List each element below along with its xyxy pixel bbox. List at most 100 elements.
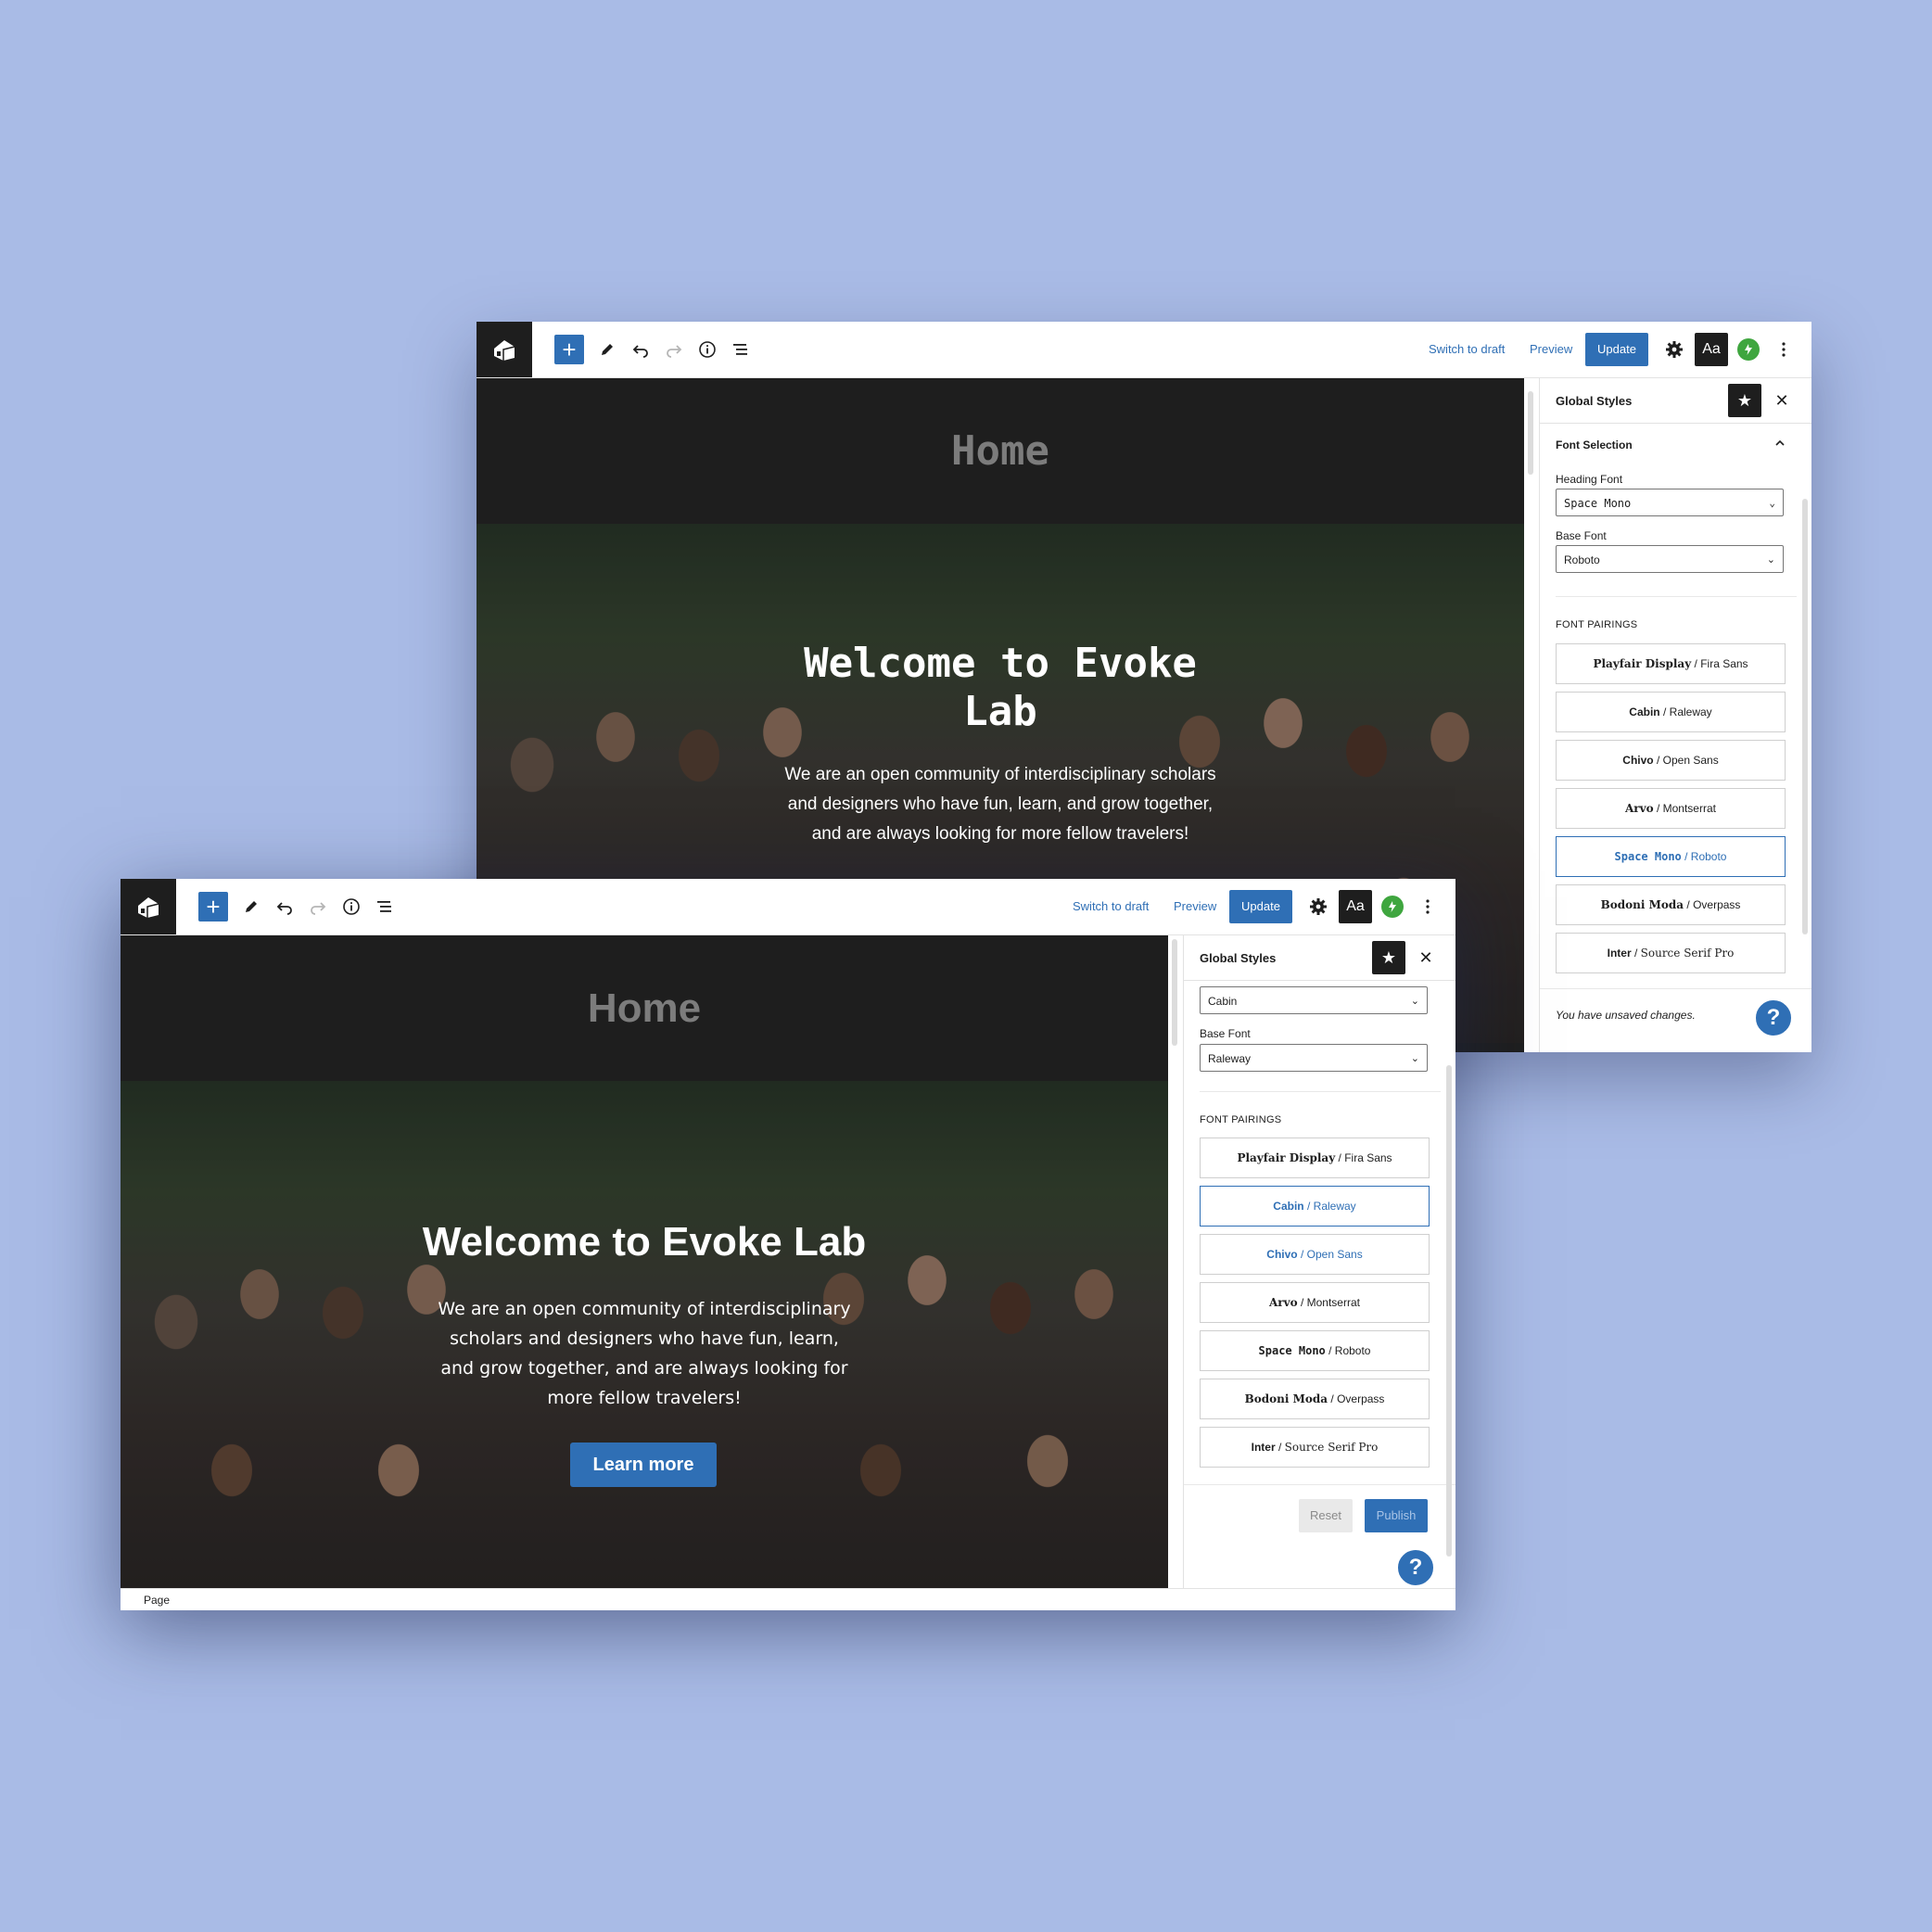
global-styles-panel: Global Styles ★ ✕ Font Selection Heading…	[1539, 378, 1811, 1052]
breadcrumb[interactable]: Page	[144, 1594, 170, 1607]
base-font-select[interactable]: Roboto ⌄	[1556, 545, 1784, 573]
pairing-chivo-opensans[interactable]: Chivo / Open Sans	[1556, 740, 1786, 781]
base-font-label: Base Font	[1200, 1027, 1251, 1040]
list-view-icon[interactable]	[728, 337, 754, 362]
pairing-playfair-fira[interactable]: Playfair Display / Fira Sans	[1200, 1138, 1430, 1178]
undo-icon[interactable]	[272, 894, 298, 920]
global-styles-aa-button[interactable]: Aa	[1695, 333, 1728, 366]
pairing-bodoni-overpass[interactable]: Bodoni Moda / Overpass	[1556, 884, 1786, 925]
help-icon[interactable]: ?	[1754, 998, 1793, 1037]
status-bar: Page	[121, 1588, 1455, 1610]
hero-paragraph[interactable]: We are an open community of interdiscipl…	[431, 1294, 858, 1413]
base-font-value: Raleway	[1208, 1052, 1252, 1065]
update-button[interactable]: Update	[1229, 890, 1292, 923]
pairing-bodoni-overpass[interactable]: Bodoni Moda / Overpass	[1200, 1379, 1430, 1419]
pairing-base: Raleway	[1313, 1200, 1356, 1213]
details-info-icon[interactable]	[694, 337, 720, 362]
chevron-up-icon[interactable]	[1773, 437, 1786, 454]
pairing-heading: Inter	[1251, 1441, 1276, 1454]
more-options-icon[interactable]	[1771, 337, 1797, 362]
global-styles-panel: Global Styles ★ ✕ Cabin ⌄ Base Font Rale…	[1183, 935, 1455, 1588]
pairing-inter-sourceserif[interactable]: Inter / Source Serif Pro	[1556, 933, 1786, 973]
pairing-cabin-raleway[interactable]: Cabin / Raleway	[1556, 692, 1786, 732]
preview-button[interactable]: Preview	[1174, 899, 1216, 913]
pairing-cabin-raleway[interactable]: Cabin / Raleway	[1200, 1186, 1430, 1227]
page-title[interactable]: Home	[477, 378, 1524, 524]
site-logo-icon[interactable]	[121, 879, 176, 934]
hero-heading[interactable]: Welcome to Evoke Lab	[477, 640, 1524, 736]
panel-title: Global Styles	[1556, 394, 1633, 408]
preview-button[interactable]: Preview	[1530, 342, 1572, 356]
heading-font-select[interactable]: Cabin ⌄	[1200, 986, 1428, 1014]
add-block-button[interactable]: +	[554, 335, 584, 364]
pairing-base: Roboto	[1690, 850, 1727, 863]
base-font-select[interactable]: Raleway ⌄	[1200, 1044, 1428, 1072]
settings-gear-icon[interactable]	[1661, 337, 1687, 362]
close-icon[interactable]: ✕	[1415, 947, 1437, 969]
pairing-spacemono-roboto[interactable]: Space Mono / Roboto	[1556, 836, 1786, 877]
divider	[1540, 988, 1811, 989]
pairing-arvo-montserrat[interactable]: Arvo / Montserrat	[1556, 788, 1786, 829]
hero-cover-image[interactable]: Welcome to Evoke Lab We are an open comm…	[121, 1081, 1168, 1588]
list-view-icon[interactable]	[372, 894, 398, 920]
close-icon[interactable]: ✕	[1771, 389, 1793, 412]
panel-scrollbar[interactable]	[1802, 499, 1808, 934]
editor-canvas: Home Welcome to Evoke Lab We are an open…	[121, 935, 1168, 1588]
update-button[interactable]: Update	[1585, 333, 1648, 366]
chevron-down-icon: ⌄	[1410, 996, 1419, 1007]
canvas-scrollbar[interactable]	[1528, 391, 1533, 475]
switch-to-draft-button[interactable]: Switch to draft	[1429, 342, 1505, 356]
learn-more-button[interactable]: Learn more	[570, 1443, 717, 1487]
pairing-heading: Inter	[1607, 947, 1632, 960]
publish-button[interactable]: Publish	[1365, 1499, 1428, 1532]
panel-scrollbar[interactable]	[1446, 1065, 1452, 1557]
heading-font-select[interactable]: Space Mono ⌄	[1556, 489, 1784, 516]
pairing-arvo-montserrat[interactable]: Arvo / Montserrat	[1200, 1282, 1430, 1323]
switch-to-draft-button[interactable]: Switch to draft	[1073, 899, 1149, 913]
pairing-heading: Bodoni Moda	[1600, 898, 1684, 911]
site-logo-icon[interactable]	[477, 322, 532, 377]
more-options-icon[interactable]	[1415, 894, 1441, 920]
pairing-base: Raleway	[1669, 705, 1712, 718]
redo-icon[interactable]	[305, 894, 331, 920]
base-font-value: Roboto	[1564, 553, 1600, 566]
chevron-down-icon: ⌄	[1766, 554, 1775, 566]
pairing-heading: Chivo	[1266, 1248, 1298, 1261]
pairing-heading: Arvo	[1625, 802, 1654, 815]
divider	[1556, 596, 1797, 597]
settings-gear-icon[interactable]	[1305, 894, 1331, 920]
redo-icon[interactable]	[661, 337, 687, 362]
pairing-inter-sourceserif[interactable]: Inter / Source Serif Pro	[1200, 1427, 1430, 1468]
font-pairings-title: FONT PAIRINGS	[1556, 619, 1638, 630]
panel-title: Global Styles	[1200, 951, 1277, 965]
pairing-heading: Chivo	[1622, 754, 1654, 767]
undo-icon[interactable]	[628, 337, 654, 362]
hero-paragraph[interactable]: We are an open community of interdiscipl…	[773, 760, 1227, 849]
pairing-playfair-fira[interactable]: Playfair Display / Fira Sans	[1556, 643, 1786, 684]
pairing-base: Source Serif Pro	[1284, 1441, 1379, 1454]
edit-pencil-icon[interactable]	[238, 894, 264, 920]
pairing-spacemono-roboto[interactable]: Space Mono / Roboto	[1200, 1330, 1430, 1371]
add-block-button[interactable]: +	[198, 892, 228, 922]
font-selection-title[interactable]: Font Selection	[1556, 439, 1633, 451]
star-icon[interactable]: ★	[1728, 384, 1761, 417]
pairing-base: Overpass	[1693, 898, 1741, 911]
panel-header: Global Styles ★ ✕	[1184, 935, 1455, 981]
pairing-heading: Cabin	[1273, 1200, 1304, 1213]
canvas-scrollbar[interactable]	[1172, 939, 1177, 1046]
pairing-heading: Playfair Display	[1593, 657, 1692, 670]
star-icon[interactable]: ★	[1372, 941, 1405, 974]
global-styles-aa-button[interactable]: Aa	[1339, 890, 1372, 923]
pairing-chivo-opensans[interactable]: Chivo / Open Sans	[1200, 1234, 1430, 1275]
editor-toolbar: + Switch to draft Preview Update Aa	[121, 879, 1455, 935]
pairing-base: Fira Sans	[1700, 657, 1748, 670]
page-title[interactable]: Home	[121, 935, 1168, 1081]
details-info-icon[interactable]	[338, 894, 364, 920]
chevron-down-icon: ⌄	[1410, 1053, 1419, 1064]
jetpack-icon[interactable]	[1381, 896, 1404, 918]
hero-heading[interactable]: Welcome to Evoke Lab	[121, 1218, 1168, 1266]
help-icon[interactable]: ?	[1396, 1548, 1435, 1587]
jetpack-icon[interactable]	[1737, 338, 1760, 361]
reset-button[interactable]: Reset	[1299, 1499, 1353, 1532]
edit-pencil-icon[interactable]	[594, 337, 620, 362]
